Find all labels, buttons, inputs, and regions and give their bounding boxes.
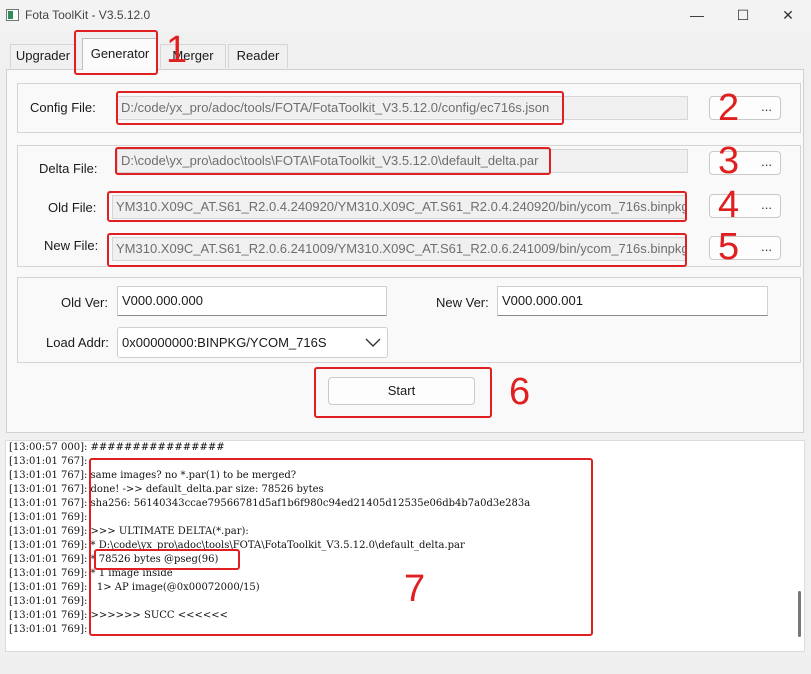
log-scrollbar[interactable] — [795, 441, 804, 651]
annotation-box-1 — [74, 30, 158, 75]
old-ver-input[interactable]: V000.000.000 — [117, 286, 387, 316]
chevron-down-icon — [365, 338, 381, 347]
delta-file-label: Delta File: — [39, 161, 98, 176]
annotation-number-5: 5 — [718, 226, 740, 268]
log-line: [13:01:01 767]: — [9, 456, 88, 467]
annotation-box-6 — [314, 367, 492, 418]
annotation-box-2 — [116, 91, 564, 125]
annotation-number-1: 1 — [166, 29, 188, 71]
old-file-label: Old File: — [48, 200, 97, 215]
window-title: Fota ToolKit - V3.5.12.0 — [25, 8, 151, 22]
annotation-number-7: 7 — [404, 568, 426, 610]
load-addr-value: 0x00000000:BINPKG/YCOM_716S — [122, 335, 327, 350]
annotation-box-7 — [89, 458, 593, 636]
log-line: [13:01:01 769]: — [9, 624, 88, 635]
log-line: [13:01:01 769]: — [9, 596, 88, 607]
old-ver-label: Old Ver: — [61, 295, 108, 310]
tab-reader[interactable]: Reader — [228, 44, 288, 68]
annotation-number-2: 2 — [718, 87, 740, 129]
annotation-number-4: 4 — [718, 184, 740, 226]
annotation-box-4 — [107, 191, 687, 222]
log-line: [13:00:57 000]: ################ — [9, 442, 225, 453]
maximize-button[interactable]: ☐ — [720, 0, 766, 32]
annotation-box-5 — [107, 233, 687, 267]
load-addr-label: Load Addr: — [46, 335, 109, 350]
close-button[interactable]: ✕ — [765, 0, 811, 32]
new-ver-label: New Ver: — [436, 295, 489, 310]
minimize-button[interactable]: — — [674, 0, 720, 32]
config-file-label: Config File: — [30, 100, 96, 115]
title-bar: Fota ToolKit - V3.5.12.0 — ☐ ✕ — [0, 0, 811, 32]
log-line: [13:01:01 769]: — [9, 512, 88, 523]
new-ver-input[interactable]: V000.000.001 — [497, 286, 768, 316]
annotation-box-3 — [115, 147, 551, 175]
annotation-number-6: 6 — [509, 371, 531, 413]
annotation-box-size — [94, 549, 240, 570]
app-icon — [6, 9, 19, 21]
scrollbar-thumb[interactable] — [798, 591, 801, 637]
new-file-label: New File: — [44, 238, 99, 253]
status-strip — [0, 656, 811, 674]
tab-upgrader[interactable]: Upgrader — [10, 44, 76, 68]
annotation-number-3: 3 — [718, 140, 740, 182]
load-addr-select[interactable]: 0x00000000:BINPKG/YCOM_716S — [117, 327, 388, 358]
